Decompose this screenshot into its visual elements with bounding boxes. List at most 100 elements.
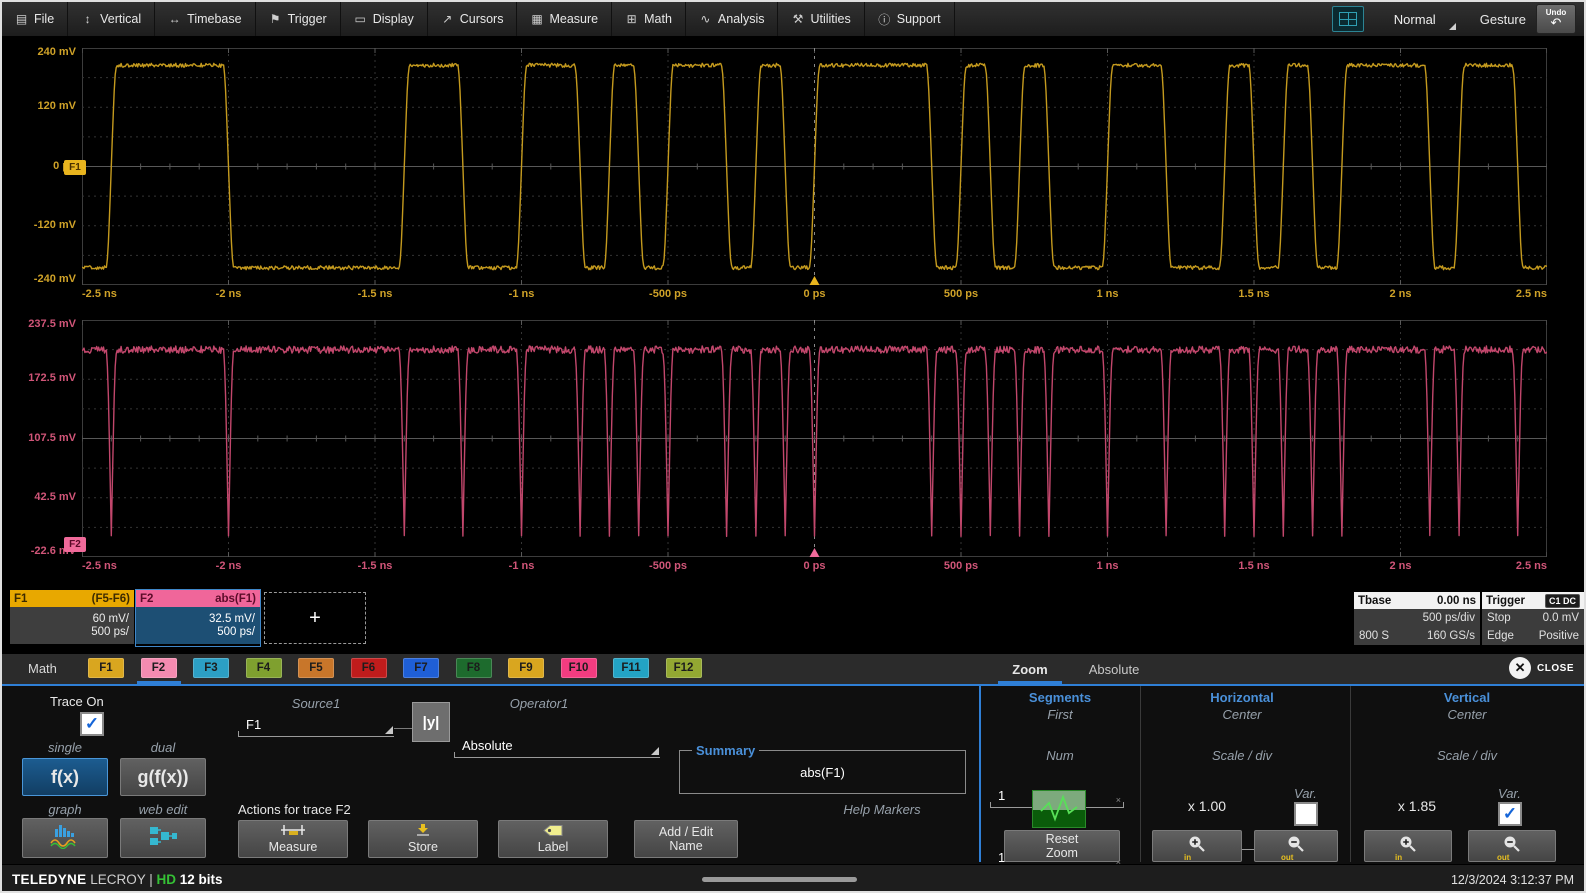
operator-connector xyxy=(394,728,412,729)
zoom-out-icon: out xyxy=(1285,834,1307,857)
store-button[interactable]: Store xyxy=(368,820,478,858)
menu-item-label: Analysis xyxy=(718,12,765,26)
help-markers-label: Help Markers xyxy=(802,802,962,817)
vertical-title: Vertical xyxy=(1357,690,1577,705)
single-fx-button[interactable]: f(x) xyxy=(22,758,108,796)
menu-item-math[interactable]: ⊞Math xyxy=(612,2,686,36)
add-edit-name-label: Add / Edit Name xyxy=(646,825,726,854)
source1-dropdown[interactable]: F1 xyxy=(238,716,394,737)
horizontal-var-checkbox[interactable] xyxy=(1294,802,1318,826)
waveform-plot-f1[interactable]: 240 mV120 mV0 µV-120 mV-240 mVF1-2.5 ns-… xyxy=(2,38,1586,308)
tab-f11[interactable]: F11 xyxy=(613,658,649,678)
tab-f2[interactable]: F2 xyxy=(141,658,177,678)
add-trace-button[interactable]: + xyxy=(264,592,366,644)
timebase-icon: ↔ xyxy=(168,12,181,26)
menu-item-label: Cursors xyxy=(460,12,504,26)
trigger-level: 0.0 mV xyxy=(1543,612,1579,624)
menu-item-support[interactable]: ⓘSupport xyxy=(865,2,955,36)
menu-item-file[interactable]: ▤File xyxy=(2,2,68,36)
status-bar: TELEDYNE LECROY | HD 12 bits 12/3/2024 3… xyxy=(2,864,1584,893)
timebase-descriptor[interactable]: Tbase 0.00 ns 500 ps/div 800 S 160 GS/s xyxy=(1354,592,1480,645)
horizontal-zoom-in-button[interactable]: in xyxy=(1152,830,1242,862)
horizontal-mult-label: x 1.00 xyxy=(1162,798,1252,814)
tab-f3[interactable]: F3 xyxy=(193,658,229,678)
tbase-offset: 0.00 ns xyxy=(1437,595,1476,607)
trace-descriptor-f1[interactable]: F1 (F5-F6) 60 mV/ 500 ps/ xyxy=(10,590,134,646)
graph-mode-button[interactable] xyxy=(22,818,108,858)
reset-zoom-button[interactable]: Reset Zoom xyxy=(1004,830,1120,862)
vertical-scale-label: Scale / div xyxy=(1357,748,1577,763)
x-axis-label: -2.5 ns xyxy=(82,560,117,572)
tbase-label: Tbase xyxy=(1358,595,1391,607)
tab-f5[interactable]: F5 xyxy=(298,658,334,678)
trace-on-checkbox[interactable] xyxy=(80,712,104,736)
menu-item-trigger[interactable]: ⚑ Trigger xyxy=(256,2,341,36)
menu-item-cursors[interactable]: ↗Cursors xyxy=(428,2,518,36)
display-mode-dropdown[interactable]: Normal xyxy=(1374,6,1456,32)
vertical-zoom-in-button[interactable]: in xyxy=(1364,830,1452,862)
vertical-zoom-out-button[interactable]: out xyxy=(1468,830,1556,862)
offset-badge-f1[interactable]: F1 xyxy=(64,160,86,175)
menu-item-utilities[interactable]: ⚒Utilities xyxy=(778,2,864,36)
horizontal-zoom-out-button[interactable]: out xyxy=(1254,830,1338,862)
vertical-mult-label: x 1.85 xyxy=(1372,798,1462,814)
tab-f6[interactable]: F6 xyxy=(351,658,387,678)
waveform-plot-f2[interactable]: 237.5 mV172.5 mV107.5 mV42.5 mV-22.6 mVF… xyxy=(2,310,1586,580)
menu-item-timebase[interactable]: ↔Timebase xyxy=(155,2,255,36)
tab-absolute[interactable]: Absolute xyxy=(1074,658,1154,681)
horizontal-scale-label: Scale / div xyxy=(1142,748,1342,763)
zoom-out-icon: out xyxy=(1501,834,1523,857)
web-edit-button[interactable] xyxy=(120,818,206,858)
tab-zoom[interactable]: Zoom xyxy=(998,658,1062,681)
trigger-descriptor[interactable]: Trigger C1 DC Stop 0.0 mV Edge Positive xyxy=(1482,592,1584,645)
vertical-icon: ↕ xyxy=(81,12,94,26)
undo-button[interactable]: Undo ↶ xyxy=(1536,4,1576,34)
math-icon: ⊞ xyxy=(625,12,638,26)
graph-icon xyxy=(47,823,83,852)
zoom-highlight-button[interactable] xyxy=(1032,790,1086,828)
tab-f4[interactable]: F4 xyxy=(246,658,282,678)
tab-f1[interactable]: F1 xyxy=(88,658,124,678)
f2-name: F2 xyxy=(140,593,153,605)
math-tab-label: Math xyxy=(28,661,57,676)
undo-arrow-icon: ↶ xyxy=(1551,16,1562,29)
operator1-dropdown[interactable]: Absolute xyxy=(454,737,660,758)
add-edit-name-button[interactable]: Add / Edit Name xyxy=(634,820,738,858)
horizontal-center-label: Center xyxy=(1142,707,1342,722)
horizontal-var-label: Var. xyxy=(1294,786,1317,801)
menu-item-measure[interactable]: ▦Measure xyxy=(517,2,612,36)
zoom-waveform-icon xyxy=(1033,791,1085,827)
web-edit-icon xyxy=(148,825,178,850)
brand-logo: TELEDYNE LECROY | HD 12 bits xyxy=(12,872,223,887)
tab-f12[interactable]: F12 xyxy=(666,658,702,678)
tab-f7[interactable]: F7 xyxy=(403,658,439,678)
close-button[interactable]: ✕ CLOSE xyxy=(1509,657,1574,679)
offset-badge-f2[interactable]: F2 xyxy=(64,537,86,552)
dual-gfx-button[interactable]: g(f(x)) xyxy=(120,758,206,796)
menu-item-display[interactable]: ▭Display xyxy=(341,2,428,36)
tab-f10[interactable]: F10 xyxy=(561,658,597,678)
menu-right-cluster: Normal Gesture Undo ↶ xyxy=(1332,4,1584,34)
math-tab-bar: Math F1 F2 F3 F4 F5 F6 F7 F8 F9 F10 F11 F12 Zoom Ab… xyxy=(2,654,1584,684)
y-axis-label: -240 mV xyxy=(4,273,76,285)
plot-grid-f2[interactable] xyxy=(82,320,1547,557)
trace-descriptor-f2[interactable]: F2 abs(F1) 32.5 mV/ 500 ps/ xyxy=(136,590,260,646)
plot-grid-f1[interactable] xyxy=(82,48,1547,285)
grid-layout-icon[interactable] xyxy=(1332,6,1364,32)
label-button[interactable]: Label xyxy=(498,820,608,858)
tab-f8[interactable]: F8 xyxy=(456,658,492,678)
f1-vscale: 60 mV/ xyxy=(93,613,129,625)
menu-item-vertical[interactable]: ↕Vertical xyxy=(68,2,155,36)
trigger-icon: ⚑ xyxy=(269,12,282,26)
graph-label: graph xyxy=(22,802,108,817)
menu-item-analysis[interactable]: ∿Analysis xyxy=(686,2,779,36)
measure-button[interactable]: Measure xyxy=(238,820,348,858)
panel-drag-handle[interactable] xyxy=(702,877,857,882)
vertical-var-checkbox[interactable] xyxy=(1498,802,1522,826)
datetime-label: 12/3/2024 3:12:37 PM xyxy=(1451,873,1574,887)
tbase-rate: 160 GS/s xyxy=(1427,630,1475,642)
x-axis-label: 500 ps xyxy=(944,288,978,300)
gfx-label: g(f(x)) xyxy=(138,767,189,788)
tab-f9[interactable]: F9 xyxy=(508,658,544,678)
menu-item-label: Trigger xyxy=(288,12,327,26)
